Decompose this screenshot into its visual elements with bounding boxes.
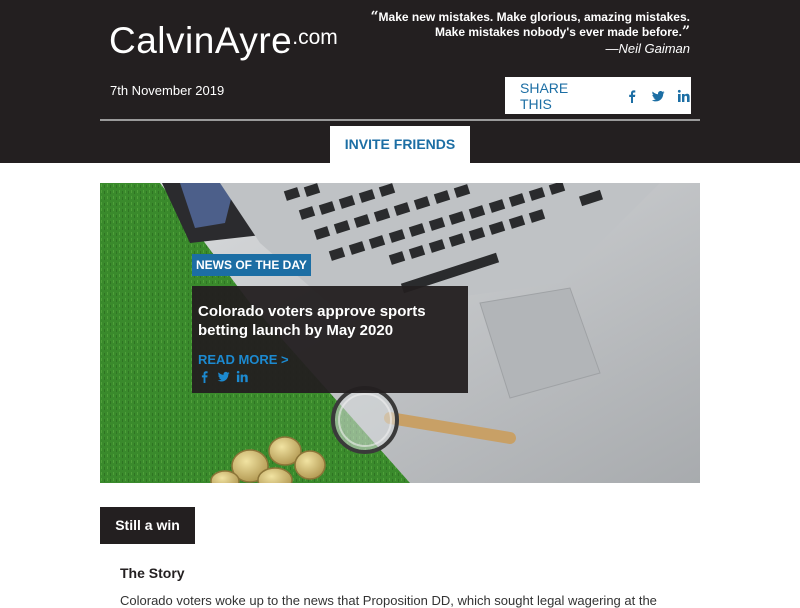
story-body: Colorado voters woke up to the news that… xyxy=(120,593,657,608)
calvinayre-logo[interactable]: CalvinAyre.com xyxy=(109,16,338,63)
headline-title[interactable]: Colorado voters approve sports betting l… xyxy=(198,302,458,340)
quote-line-1: Make new mistakes. Make glorious, amazin… xyxy=(378,10,690,24)
issue-date: 7th November 2019 xyxy=(110,83,225,98)
quote-line-2: Make mistakes nobody's ever made before. xyxy=(434,25,682,39)
close-quote-icon: ” xyxy=(681,24,690,40)
header-divider xyxy=(100,119,700,121)
logo-name: CalvinAyre xyxy=(109,20,293,61)
news-of-the-day-tag: NEWS OF THE DAY xyxy=(192,254,311,276)
linkedin-icon[interactable] xyxy=(236,370,249,383)
twitter-icon[interactable] xyxy=(217,370,230,383)
invite-friends-button[interactable]: INVITE FRIENDS xyxy=(330,126,470,163)
headline-share-icons xyxy=(198,370,255,383)
header: CalvinAyre.com “Make new mistakes. Make … xyxy=(0,0,800,163)
open-quote-icon: “ xyxy=(370,9,379,25)
story-heading: The Story xyxy=(120,565,185,581)
logo-tld: .com xyxy=(292,26,338,49)
read-more-link[interactable]: READ MORE > xyxy=(198,352,289,367)
headline-card: Colorado voters approve sports betting l… xyxy=(192,286,468,393)
facebook-icon[interactable] xyxy=(625,89,639,103)
facebook-icon[interactable] xyxy=(198,370,211,383)
header-quote: “Make new mistakes. Make glorious, amazi… xyxy=(370,9,690,57)
still-a-win-tag: Still a win xyxy=(100,507,195,544)
linkedin-icon[interactable] xyxy=(677,89,691,103)
twitter-icon[interactable] xyxy=(651,89,665,103)
share-label: SHARE THIS xyxy=(520,79,569,112)
share-box: SHARE THIS xyxy=(505,77,691,114)
quote-author: —Neil Gaiman xyxy=(605,41,690,56)
